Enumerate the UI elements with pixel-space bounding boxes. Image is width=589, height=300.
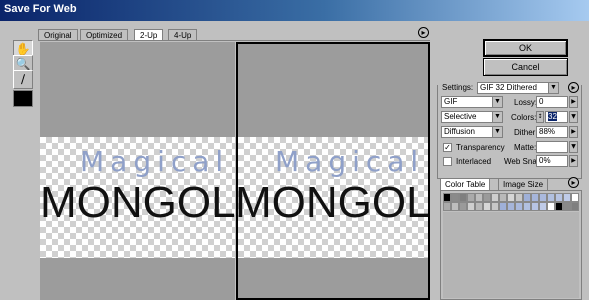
color-swatch[interactable] — [539, 193, 547, 202]
color-swatch[interactable] — [459, 193, 467, 202]
color-swatch[interactable] — [531, 193, 539, 202]
color-swatch[interactable] — [467, 202, 475, 211]
color-reduction-dropdown[interactable]: Selective ▼ — [441, 111, 503, 123]
web-snap-arrow-icon[interactable]: ▶ — [569, 155, 578, 167]
color-swatch[interactable] — [563, 202, 571, 211]
color-swatch[interactable] — [475, 193, 483, 202]
lossy-arrow-icon[interactable]: ▶ — [569, 96, 578, 108]
interlaced-checkbox[interactable] — [443, 157, 452, 166]
transparency-checkerboard: Magical MONGOLIA — [40, 137, 235, 258]
color-swatch[interactable] — [443, 193, 451, 202]
file-format-value: GIF — [444, 97, 458, 106]
color-swatch[interactable] — [491, 202, 499, 211]
chevron-down-icon: ▼ — [492, 97, 502, 107]
color-swatch[interactable] — [523, 193, 531, 202]
optimized-preview-pane[interactable]: Magical MONGOLIA — [236, 42, 430, 300]
settings-preset-value: GIF 32 Dithered — [480, 83, 537, 92]
color-swatch[interactable] — [555, 193, 563, 202]
tab-image-size[interactable]: Image Size — [498, 178, 549, 190]
matte-dropdown-icon[interactable]: ▼ — [569, 141, 578, 153]
color-swatch[interactable] — [459, 202, 467, 211]
transparency-checkbox[interactable]: ✓ — [443, 143, 452, 152]
chevron-down-icon: ▼ — [492, 127, 502, 137]
interlaced-label: Interlaced — [456, 157, 492, 166]
color-swatch[interactable] — [443, 202, 451, 211]
dither-arrow-icon[interactable]: ▶ — [569, 126, 578, 138]
settings-menu-button[interactable]: ▸ — [568, 82, 579, 93]
tab-divider — [38, 40, 430, 41]
cancel-button[interactable]: Cancel — [483, 58, 568, 76]
dither-algorithm-dropdown[interactable]: Diffusion ▼ — [441, 126, 503, 138]
original-preview-pane[interactable]: Magical MONGOLIA — [40, 42, 235, 300]
colors-dropdown-icon[interactable]: ▼ — [569, 111, 578, 123]
color-swatch[interactable] — [483, 202, 491, 211]
color-swatch[interactable] — [571, 202, 579, 211]
color-table-menu-button[interactable]: ▸ — [568, 177, 579, 188]
color-swatch[interactable] — [539, 202, 547, 211]
color-swatch[interactable] — [499, 202, 507, 211]
color-swatch[interactable] — [499, 193, 507, 202]
settings-label: Settings: — [442, 83, 474, 92]
colors-stepper-icon[interactable]: ↕ — [536, 111, 544, 123]
color-swatch[interactable] — [483, 193, 491, 202]
chevron-down-icon: ▼ — [548, 83, 558, 93]
ok-button[interactable]: OK — [483, 39, 568, 57]
window-title: Save For Web — [4, 3, 77, 15]
transparency-checkerboard: Magical MONGOLIA — [238, 137, 428, 258]
colors-input[interactable]: 32 — [545, 111, 568, 123]
preview-text-magical: Magical — [80, 145, 230, 178]
eyedropper-tool-icon[interactable]: ∕ — [13, 70, 33, 89]
transparency-label: Transparency — [456, 143, 505, 152]
color-swatch[interactable] — [451, 193, 459, 202]
settings-preset-dropdown[interactable]: GIF 32 Dithered ▼ — [477, 82, 559, 94]
color-swatch[interactable] — [571, 193, 579, 202]
color-swatch[interactable] — [491, 193, 499, 202]
color-swatch[interactable] — [467, 193, 475, 202]
colors-label: Colors: — [511, 113, 537, 122]
matte-label: Matte: — [514, 143, 537, 152]
lossy-input[interactable]: 0 — [536, 96, 568, 108]
color-reduction-value: Selective — [444, 112, 477, 121]
tab-color-table[interactable]: Color Table — [440, 178, 491, 190]
preview-menu-button[interactable]: ▸ — [418, 27, 429, 38]
dither-algorithm-value: Diffusion — [444, 127, 475, 136]
dither-input[interactable]: 88% — [536, 126, 568, 138]
color-table-swatches — [443, 193, 579, 212]
matte-swatch[interactable] — [536, 141, 568, 153]
color-swatch[interactable] — [507, 202, 515, 211]
color-swatch[interactable] — [475, 202, 483, 211]
chevron-down-icon: ▼ — [492, 112, 502, 122]
color-swatch[interactable] — [563, 193, 571, 202]
color-swatch[interactable] — [547, 193, 555, 202]
preview-text-mongolia: MONGOLIA — [236, 178, 430, 227]
color-swatch[interactable] — [555, 202, 563, 211]
color-swatch[interactable] — [547, 202, 555, 211]
color-swatch[interactable] — [515, 202, 523, 211]
window-title-bar: Save For Web — [0, 0, 589, 21]
file-format-dropdown[interactable]: GIF ▼ — [441, 96, 503, 108]
preview-text-mongolia: MONGOLIA — [40, 178, 235, 227]
color-swatch[interactable] — [515, 193, 523, 202]
web-snap-input[interactable]: 0% — [536, 155, 568, 167]
color-swatch[interactable] — [451, 202, 459, 211]
eyedropper-color-swatch[interactable] — [13, 90, 33, 107]
color-swatch[interactable] — [523, 202, 531, 211]
color-table-empty-area — [443, 212, 579, 298]
color-swatch[interactable] — [507, 193, 515, 202]
lossy-label: Lossy: — [514, 98, 538, 107]
color-swatch[interactable] — [531, 202, 539, 211]
dither-label: Dither: — [514, 128, 538, 137]
preview-text-magical: Magical — [275, 145, 425, 178]
